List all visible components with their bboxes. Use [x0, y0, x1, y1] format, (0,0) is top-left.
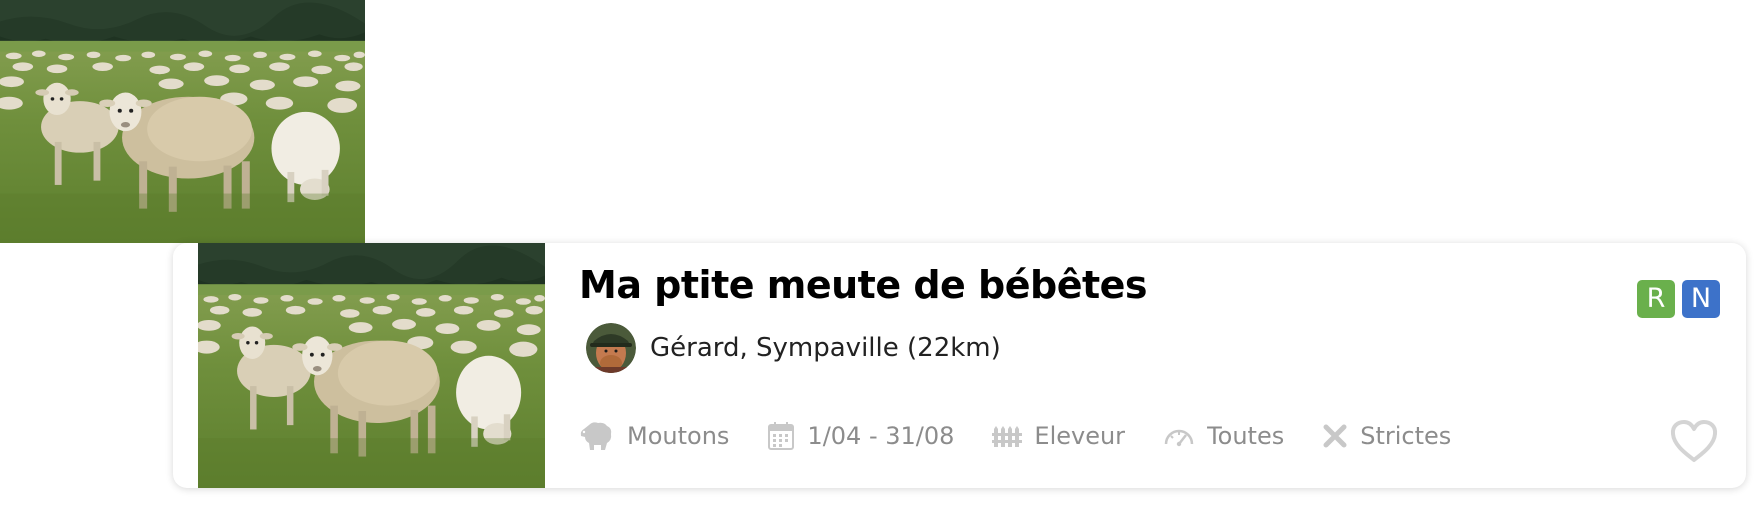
- feature-list: Moutons 1/04 - 31/08 Eleveur Toutes Stri…: [579, 420, 1489, 452]
- listing-card[interactable]: Ma ptite meute de bébêtes Gérard, Sympav…: [173, 243, 1746, 488]
- feature-animal-label: Moutons: [627, 422, 730, 450]
- sheep-icon: [579, 420, 615, 452]
- listing-title[interactable]: Ma ptite meute de bébêtes: [579, 263, 1148, 307]
- badge-r: R: [1637, 280, 1675, 318]
- badge-n: N: [1682, 280, 1720, 318]
- feature-rules-label: Strictes: [1360, 422, 1452, 450]
- owner-name-location: Gérard, Sympaville (22km): [650, 333, 1001, 363]
- page: Ma ptite meute de bébêtes Gérard, Sympav…: [0, 0, 1763, 505]
- feature-animal: Moutons: [579, 420, 729, 452]
- feature-dates: 1/04 - 31/08: [767, 421, 954, 451]
- favorite-button[interactable]: [1670, 419, 1718, 463]
- feature-dates-label: 1/04 - 31/08: [807, 422, 955, 450]
- feature-role-label: Eleveur: [1034, 422, 1126, 450]
- listing-photo[interactable]: [198, 243, 545, 488]
- speedometer-icon: [1163, 425, 1195, 447]
- calendar-icon: [767, 421, 795, 451]
- heart-icon: [1670, 419, 1718, 463]
- cross-icon: [1322, 423, 1348, 449]
- feature-role: Eleveur: [992, 422, 1125, 450]
- feature-level-label: Toutes: [1207, 422, 1285, 450]
- badges: R N: [1637, 280, 1720, 318]
- sheep-pasture-photo: [0, 0, 365, 243]
- owner-info: Gérard, Sympaville (22km): [586, 323, 1001, 373]
- user-avatar[interactable]: [586, 323, 636, 373]
- fence-icon: [992, 423, 1023, 449]
- feature-rules: Strictes: [1322, 422, 1451, 450]
- feature-level: Toutes: [1163, 422, 1284, 450]
